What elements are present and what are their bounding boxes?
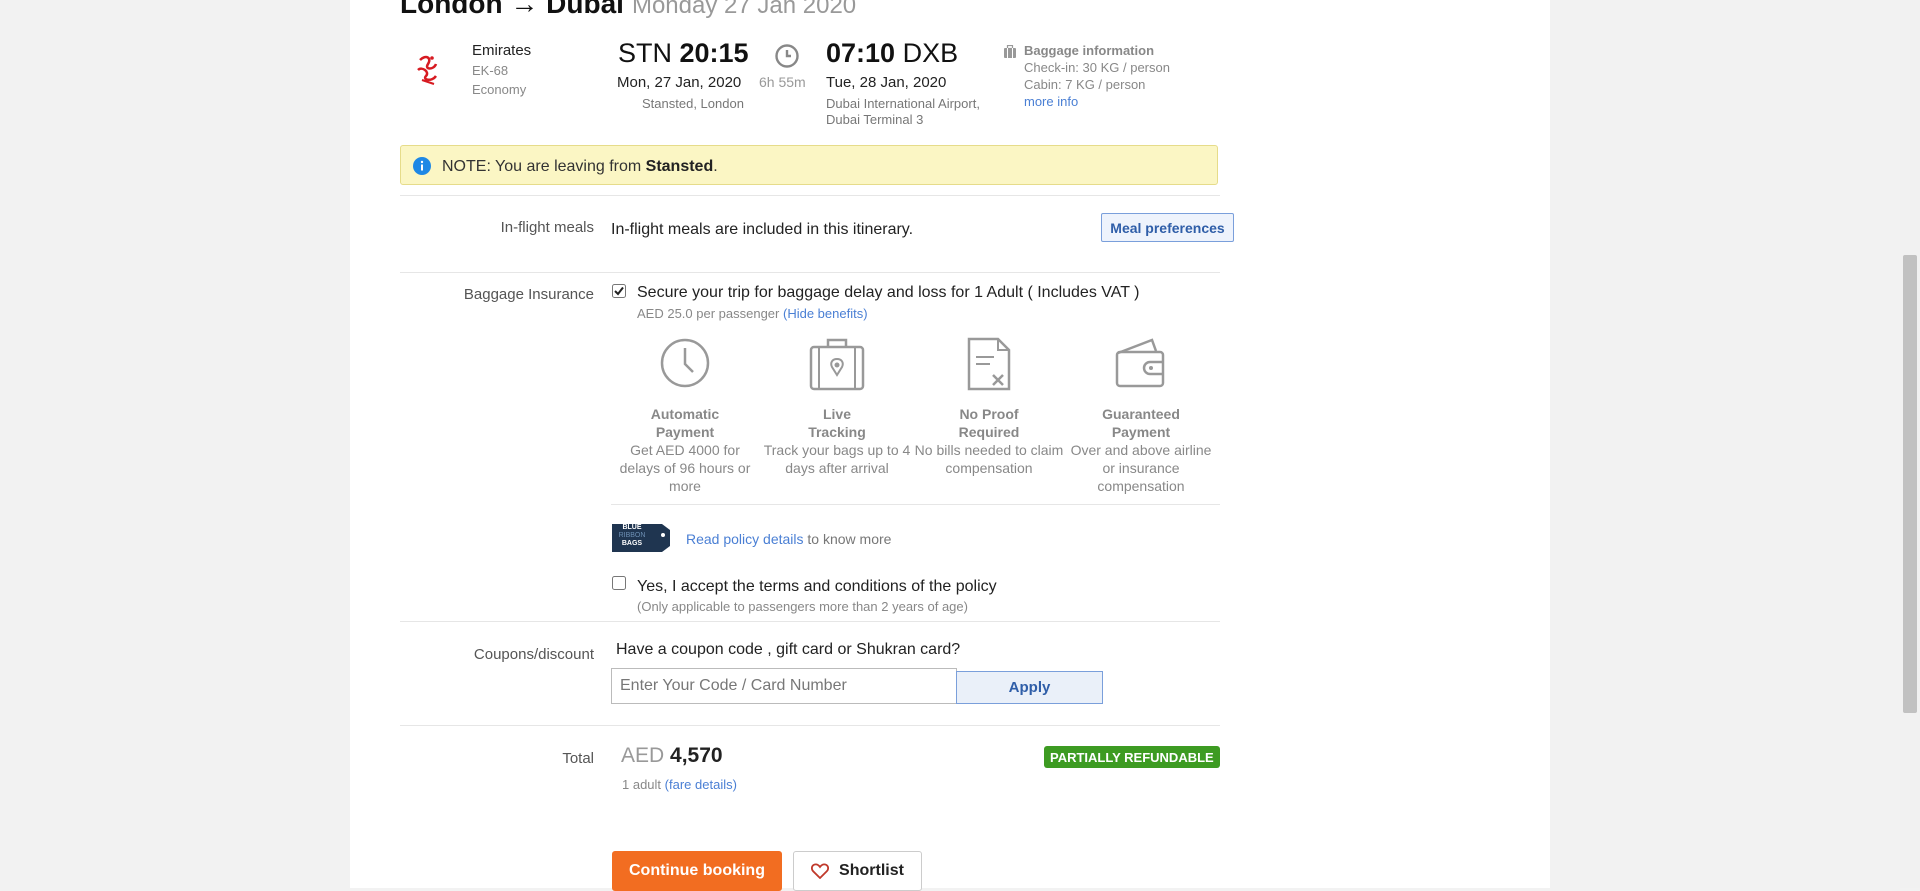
airline-name: Emirates (472, 42, 532, 59)
meals-text: In-flight meals are included in this iti… (611, 221, 914, 238)
divider (400, 621, 1220, 622)
benefit-description: No bills needed to claim compensation (914, 442, 1064, 476)
policy-text: Read policy details to know more (686, 531, 891, 547)
coupon-code-input[interactable] (611, 668, 957, 704)
shortlist-label: Shortlist (839, 862, 904, 879)
divider (611, 504, 1220, 505)
benefit-title: No Proof (959, 406, 1019, 422)
more-info-link[interactable]: more info (1024, 94, 1078, 109)
insurance-price: AED 25.0 per passenger (Hide benefits) (637, 306, 868, 321)
divider (400, 725, 1220, 726)
baggage-info-title: Baggage information (1024, 43, 1155, 58)
meal-preferences-button[interactable]: Meal preferences (1101, 213, 1234, 242)
departure-time: 20:15 (679, 38, 749, 68)
scrollbar-thumb[interactable] (1903, 255, 1917, 713)
page-title: London → Dubai Monday 27 Jan 2020 (400, 0, 856, 20)
fare-details-link[interactable]: (fare details) (665, 777, 737, 792)
scrollbar[interactable] (1900, 0, 1920, 888)
benefit-title: Live (822, 406, 851, 422)
cabin-allowance: Cabin: 7 KG / person (1024, 77, 1146, 92)
refund-status-badge: PARTIALLY REFUNDABLE (1044, 746, 1220, 768)
terms-text: Yes, I accept the terms and conditions o… (637, 578, 997, 595)
divider (400, 195, 1220, 196)
travel-date: Monday 27 Jan 2020 (631, 0, 857, 19)
hide-benefits-link[interactable]: (Hide benefits) (783, 306, 868, 321)
info-icon (413, 157, 431, 175)
total-currency: AED (621, 744, 665, 767)
suitcase-location-icon (809, 338, 865, 391)
blue-ribbon-bags-logo: BLUE RIBBON BAGS (612, 524, 670, 552)
insurance-price-text: AED 25.0 per passenger (637, 306, 780, 321)
arrival-code: DXB (902, 38, 959, 68)
svg-text:RIBBON: RIBBON (619, 532, 646, 539)
benefit-description: Get AED 4000 for delays of 96 hours or m… (619, 442, 751, 494)
benefit-title: Payment (655, 424, 715, 440)
arrival-code-time: 07:10 DXB (826, 38, 958, 69)
note-text: NOTE: You are leaving from Stansted. (442, 158, 718, 176)
checkin-allowance: Check-in: 30 KG / person (1024, 60, 1170, 75)
svg-text:BAGS: BAGS (622, 540, 643, 547)
note-airport: Stansted (645, 158, 714, 175)
note-suffix: . (713, 158, 718, 175)
shortlist-button[interactable]: Shortlist (793, 851, 922, 891)
clock-icon (660, 338, 710, 388)
note-prefix: NOTE: You are leaving from (442, 158, 646, 175)
benefit-automatic-payment: Automatic Payment Get AED 4000 for delay… (610, 337, 760, 495)
clock-icon (775, 44, 799, 68)
benefit-title: Payment (1111, 424, 1171, 440)
benefit-no-proof: No Proof Required No bills needed to cla… (914, 337, 1064, 477)
total-passengers: 1 adult (fare details) (622, 777, 737, 792)
emirates-logo-icon (417, 55, 438, 85)
departure-date: Mon, 27 Jan, 2020 (617, 74, 742, 91)
benefit-guaranteed-payment: Guaranteed Payment Over and above airlin… (1066, 337, 1216, 495)
route-text: London → Dubai (400, 0, 624, 19)
apply-coupon-button[interactable]: Apply (956, 671, 1103, 704)
departure-code: STN (618, 38, 672, 68)
terms-note: (Only applicable to passengers more than… (637, 599, 968, 614)
heart-icon (811, 863, 830, 879)
benefit-title: Guaranteed (1102, 406, 1180, 422)
coupon-label: Coupons/discount (473, 646, 594, 663)
passenger-count: 1 adult (622, 777, 662, 792)
document-x-icon (967, 337, 1011, 391)
insurance-checkbox[interactable] (612, 284, 626, 298)
insurance-label: Baggage Insurance (463, 286, 594, 303)
total-amount: 4,570 (670, 744, 723, 767)
benefit-description: Over and above airline or insurance comp… (1070, 442, 1212, 494)
insurance-title: Secure your trip for baggage delay and l… (637, 284, 1140, 301)
terms-checkbox[interactable] (612, 576, 626, 590)
coupon-question: Have a coupon code , gift card or Shukra… (616, 641, 961, 658)
arrival-time: 07:10 (826, 38, 896, 68)
departure-code-time: STN 20:15 (618, 38, 749, 69)
flight-duration: 6h 55m (759, 74, 806, 90)
luggage-icon (1004, 45, 1016, 58)
benefit-title: Automatic (650, 406, 720, 422)
policy-suffix: to know more (803, 531, 892, 547)
departure-airport: Stansted, London (642, 96, 744, 111)
benefit-live-tracking: Live Tracking Track your bags up to 4 da… (762, 337, 912, 477)
benefit-title: Required (958, 424, 1020, 440)
total-label: Total (562, 750, 594, 767)
benefit-description: Track your bags up to 4 days after arriv… (763, 442, 911, 476)
arrival-date: Tue, 28 Jan, 2020 (826, 74, 947, 91)
continue-booking-button[interactable]: Continue booking (612, 851, 782, 891)
arrival-airport: Dubai International Airport, Dubai Termi… (826, 96, 980, 127)
benefit-title: Tracking (808, 424, 866, 440)
flight-number: EK-68 (472, 63, 509, 78)
cabin-class: Economy (472, 82, 527, 97)
meals-label: In-flight meals (500, 219, 594, 236)
policy-details-link[interactable]: Read policy details (686, 531, 804, 547)
divider (400, 272, 1220, 273)
wallet-icon (1115, 338, 1165, 388)
svg-text:BLUE: BLUE (622, 524, 641, 531)
total-price: AED 4,570 (621, 744, 723, 768)
